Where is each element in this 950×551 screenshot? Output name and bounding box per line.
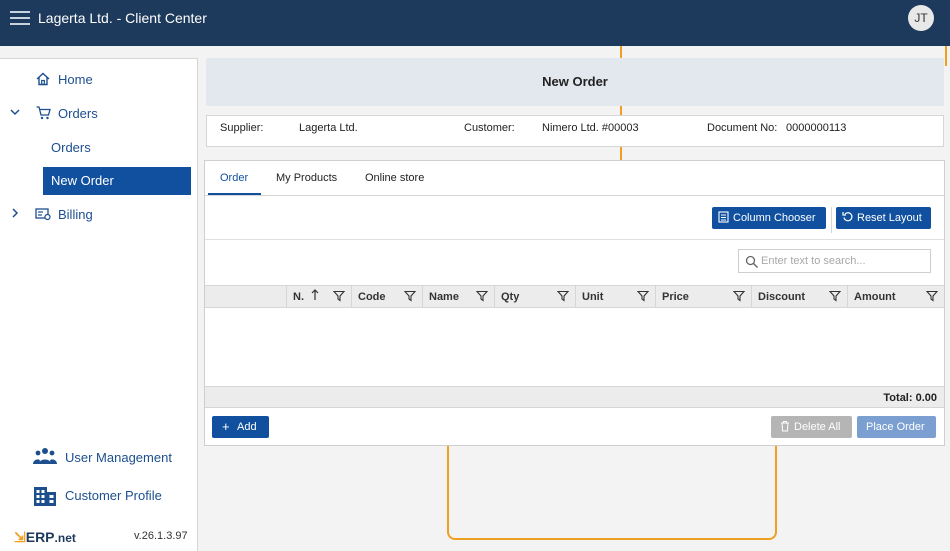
sidebar-item-user-management[interactable]: User Management <box>33 445 193 471</box>
supplier-value: Lagerta Ltd. <box>299 122 358 134</box>
sidebar: Home Orders Orders New Order Billing Use… <box>0 58 198 551</box>
logo-mark-icon: ⇲ <box>14 529 26 545</box>
decor-line <box>945 46 947 66</box>
sidebar-item-orders-list[interactable]: Orders <box>0 135 198 161</box>
order-info: Supplier: Lagerta Ltd. Customer: Nimero … <box>206 115 944 147</box>
undo-icon <box>842 211 853 225</box>
sidebar-item-orders[interactable]: Orders <box>0 101 198 127</box>
menu-icon[interactable] <box>10 10 30 26</box>
decor-line <box>620 46 622 58</box>
reset-layout-button[interactable]: Reset Layout <box>836 207 931 229</box>
column-chooser-label: Column Chooser <box>733 212 816 224</box>
column-label: Discount <box>758 291 806 303</box>
avatar[interactable]: JT <box>908 5 934 31</box>
chevron-right-icon[interactable] <box>9 207 21 222</box>
filter-icon[interactable] <box>332 290 346 302</box>
column-header-amount[interactable]: Amount <box>847 286 944 307</box>
supplier-label: Supplier: <box>220 122 264 134</box>
tab-online-store[interactable]: Online store <box>365 172 424 184</box>
sidebar-item-customer-profile[interactable]: Customer Profile <box>33 483 193 509</box>
decor-line <box>620 147 622 160</box>
building-icon <box>33 483 57 507</box>
app-title: Lagerta Ltd. - Client Center <box>38 10 207 26</box>
column-label: N. <box>293 291 304 303</box>
billing-icon <box>35 207 51 223</box>
place-order-button[interactable]: Place Order <box>857 416 936 438</box>
decor-line <box>620 106 622 115</box>
toolbar-divider <box>831 207 832 233</box>
sidebar-item-label: Home <box>58 72 93 87</box>
sidebar-item-label: New Order <box>51 173 114 188</box>
document-value: 0000000113 <box>786 122 847 134</box>
cart-icon <box>35 106 51 122</box>
top-bar: Lagerta Ltd. - Client Center JT <box>0 0 950 46</box>
column-chooser-icon <box>718 211 729 226</box>
version-label: v.26.1.3.97 <box>134 530 188 542</box>
order-panel: Order My Products Online store Column Ch… <box>204 160 945 446</box>
search-icon <box>745 255 759 269</box>
filter-icon[interactable] <box>403 290 417 302</box>
users-icon <box>33 445 57 469</box>
home-icon <box>35 72 51 88</box>
column-header-code[interactable]: Code <box>351 286 422 307</box>
customer-value: Nimero Ltd. #00003 <box>542 122 639 134</box>
filter-icon[interactable] <box>475 290 489 302</box>
toolbar-bottom-divider <box>205 239 944 240</box>
filter-icon[interactable] <box>556 290 570 302</box>
filter-icon[interactable] <box>828 290 842 302</box>
page-header: New Order <box>206 58 944 106</box>
grid-total: Total: 0.00 <box>883 392 937 404</box>
column-label: Qty <box>501 291 520 303</box>
tab-order[interactable]: Order <box>220 172 248 184</box>
add-label: Add <box>237 421 257 433</box>
sidebar-item-label: Customer Profile <box>65 488 162 503</box>
place-order-label: Place Order <box>866 421 925 433</box>
search-input[interactable] <box>761 253 927 269</box>
filter-icon[interactable] <box>636 290 650 302</box>
sidebar-item-label: User Management <box>65 450 172 465</box>
column-label: Amount <box>854 291 896 303</box>
filter-icon[interactable] <box>732 290 746 302</box>
sidebar-item-label: Orders <box>51 140 91 155</box>
chevron-down-icon[interactable] <box>9 106 21 121</box>
sidebar-item-billing[interactable]: Billing <box>0 202 198 228</box>
trash-icon <box>780 420 790 435</box>
page-title: New Order <box>542 74 608 89</box>
sidebar-item-label: Billing <box>58 207 93 222</box>
column-header-name[interactable]: Name <box>422 286 494 307</box>
logo: ⇲ERP.net <box>14 529 76 546</box>
add-button[interactable]: + Add <box>212 416 269 438</box>
grid-search[interactable] <box>738 249 931 273</box>
customer-label: Customer: <box>464 122 515 134</box>
tabs-divider <box>205 195 944 196</box>
sidebar-item-home[interactable]: Home <box>0 67 198 93</box>
column-header-discount[interactable]: Discount <box>751 286 847 307</box>
logo-text: ERP <box>25 529 55 545</box>
column-label: Unit <box>582 291 604 303</box>
reset-layout-label: Reset Layout <box>857 212 922 224</box>
delete-all-button[interactable]: Delete All <box>771 416 852 438</box>
column-header-qty[interactable]: Qty <box>494 286 575 307</box>
tab-my-products[interactable]: My Products <box>276 172 337 184</box>
column-header-number[interactable]: N. <box>286 286 351 307</box>
plus-icon: + <box>222 419 230 434</box>
column-header-price[interactable]: Price <box>655 286 751 307</box>
grid-header: N. Code Name Qty Unit Price Discount Amo… <box>205 285 944 308</box>
column-chooser-button[interactable]: Column Chooser <box>712 207 826 229</box>
filter-icon[interactable] <box>925 290 939 302</box>
delete-all-label: Delete All <box>794 421 841 433</box>
sidebar-item-new-order[interactable]: New Order <box>43 167 191 195</box>
grid-total-row: Total: 0.00 <box>205 386 944 408</box>
logo-suffix: .net <box>54 531 76 545</box>
column-label: Price <box>662 291 689 303</box>
sidebar-item-label: Orders <box>58 106 98 121</box>
column-label: Code <box>358 291 386 303</box>
document-label: Document No: <box>707 122 778 134</box>
decor-line <box>447 446 777 540</box>
sort-ascending-icon[interactable] <box>311 289 319 304</box>
column-header-unit[interactable]: Unit <box>575 286 655 307</box>
column-label: Name <box>429 291 459 303</box>
